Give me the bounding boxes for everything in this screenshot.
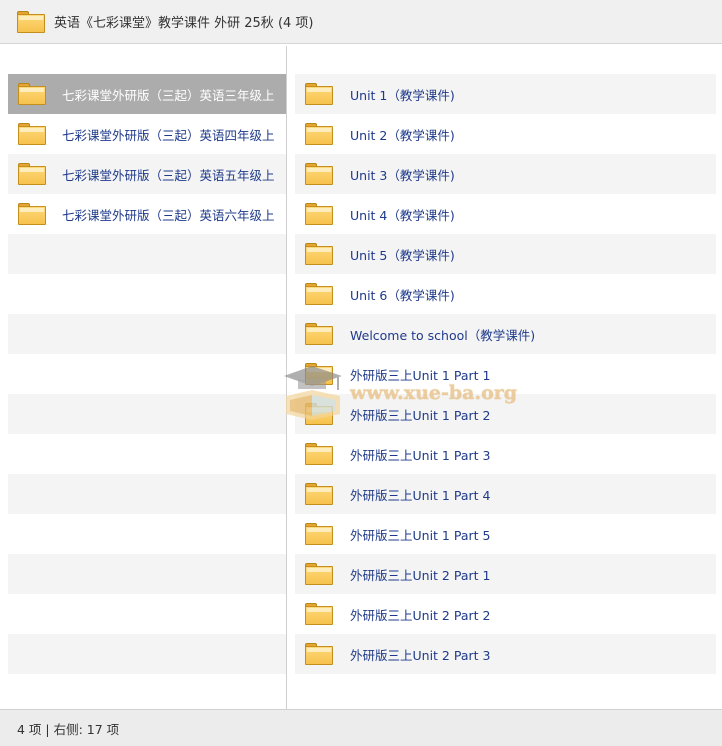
empty-row xyxy=(8,274,286,314)
folder-item[interactable]: Unit 2（教学课件) xyxy=(295,114,716,154)
folder-item-label: Unit 4（教学课件) xyxy=(350,207,455,223)
folder-icon xyxy=(305,563,333,585)
folder-icon xyxy=(305,243,333,265)
folder-icon xyxy=(305,83,333,105)
folder-icon xyxy=(305,283,333,305)
folder-icon xyxy=(17,10,45,33)
folder-item-label: 外研版三上Unit 1 Part 5 xyxy=(350,527,491,543)
title-bar: 英语《七彩课堂》教学课件 外研 25秋 (4 项) xyxy=(0,0,722,44)
folder-icon xyxy=(18,83,46,105)
folder-item[interactable]: Unit 3（教学课件) xyxy=(295,154,716,194)
status-text: 4 项 | 右侧: 17 项 xyxy=(17,721,120,737)
status-bar: 4 项 | 右侧: 17 项 xyxy=(0,709,722,746)
folder-item-grade4[interactable]: 七彩课堂外研版（三起）英语四年级上 xyxy=(8,114,286,154)
folder-item[interactable]: Unit 6（教学课件) xyxy=(295,274,716,314)
folder-icon xyxy=(305,403,333,425)
folder-item-label: Unit 6（教学课件) xyxy=(350,287,455,303)
empty-row xyxy=(8,394,286,434)
folder-icon xyxy=(305,323,333,345)
folder-item-label: Unit 2（教学课件) xyxy=(350,127,455,143)
folder-icon xyxy=(305,443,333,465)
left-pane[interactable]: 七彩课堂外研版（三起）英语三年级上 七彩课堂外研版（三起）英语四年级上 七彩课堂… xyxy=(8,74,286,709)
empty-row xyxy=(8,554,286,594)
folder-item[interactable]: 外研版三上Unit 2 Part 3 xyxy=(295,634,716,674)
folder-item-grade3[interactable]: 七彩课堂外研版（三起）英语三年级上 xyxy=(8,74,286,114)
folder-icon xyxy=(305,363,333,385)
folder-icon xyxy=(18,123,46,145)
folder-icon xyxy=(305,523,333,545)
folder-icon xyxy=(305,603,333,625)
pane-divider[interactable] xyxy=(286,46,287,709)
folder-item-grade5[interactable]: 七彩课堂外研版（三起）英语五年级上 xyxy=(8,154,286,194)
folder-icon xyxy=(18,203,46,225)
folder-item[interactable]: Unit 1（教学课件) xyxy=(295,74,716,114)
folder-item-label: 外研版三上Unit 1 Part 3 xyxy=(350,447,491,463)
empty-row xyxy=(8,474,286,514)
folder-icon xyxy=(305,483,333,505)
folder-item[interactable]: 外研版三上Unit 1 Part 5 xyxy=(295,514,716,554)
folder-item[interactable]: 外研版三上Unit 2 Part 1 xyxy=(295,554,716,594)
folder-item-label: 外研版三上Unit 1 Part 2 xyxy=(350,407,491,423)
folder-icon xyxy=(18,163,46,185)
empty-row xyxy=(8,434,286,474)
window-title: 英语《七彩课堂》教学课件 外研 25秋 (4 项) xyxy=(54,16,314,31)
folder-item-label: 外研版三上Unit 1 Part 4 xyxy=(350,487,491,503)
folder-item-label: Unit 5（教学课件) xyxy=(350,247,455,263)
folder-item-label: 外研版三上Unit 2 Part 1 xyxy=(350,567,491,583)
empty-row xyxy=(8,314,286,354)
empty-row xyxy=(8,674,286,709)
folder-icon xyxy=(305,123,333,145)
folder-item-label: Unit 1（教学课件) xyxy=(350,87,455,103)
empty-row xyxy=(8,594,286,634)
folder-item-label: 外研版三上Unit 2 Part 3 xyxy=(350,647,491,663)
folder-item-label: 外研版三上Unit 1 Part 1 xyxy=(350,367,491,383)
folder-item-label: 七彩课堂外研版（三起）英语六年级上 xyxy=(62,207,275,223)
folder-item-label: 外研版三上Unit 2 Part 2 xyxy=(350,607,491,623)
folder-item-label: Welcome to school（教学课件) xyxy=(350,327,536,343)
folder-item[interactable]: Unit 5（教学课件) xyxy=(295,234,716,274)
folder-item[interactable]: 外研版三上Unit 1 Part 3 xyxy=(295,434,716,474)
empty-row xyxy=(8,514,286,554)
folder-item-label: 七彩课堂外研版（三起）英语三年级上 xyxy=(62,87,275,103)
folder-item[interactable]: 外研版三上Unit 1 Part 1 xyxy=(295,354,716,394)
folder-item-label: Unit 3（教学课件) xyxy=(350,167,455,183)
folder-item[interactable]: Welcome to school（教学课件) xyxy=(295,314,716,354)
folder-icon xyxy=(305,643,333,665)
folder-icon xyxy=(305,203,333,225)
empty-row xyxy=(8,354,286,394)
empty-row xyxy=(8,234,286,274)
folder-item[interactable]: 外研版三上Unit 2 Part 2 xyxy=(295,594,716,634)
folder-icon xyxy=(305,163,333,185)
folder-item-grade6[interactable]: 七彩课堂外研版（三起）英语六年级上 xyxy=(8,194,286,234)
folder-item[interactable]: Unit 4（教学课件) xyxy=(295,194,716,234)
right-pane[interactable]: Unit 1（教学课件) Unit 2（教学课件) Unit 3（教学课件) U… xyxy=(295,74,716,709)
empty-row xyxy=(8,634,286,674)
folder-item[interactable]: 外研版三上Unit 1 Part 4 xyxy=(295,474,716,514)
folder-item-label: 七彩课堂外研版（三起）英语五年级上 xyxy=(62,167,275,183)
folder-item[interactable]: 外研版三上Unit 1 Part 2 xyxy=(295,394,716,434)
folder-item-label: 七彩课堂外研版（三起）英语四年级上 xyxy=(62,127,275,143)
